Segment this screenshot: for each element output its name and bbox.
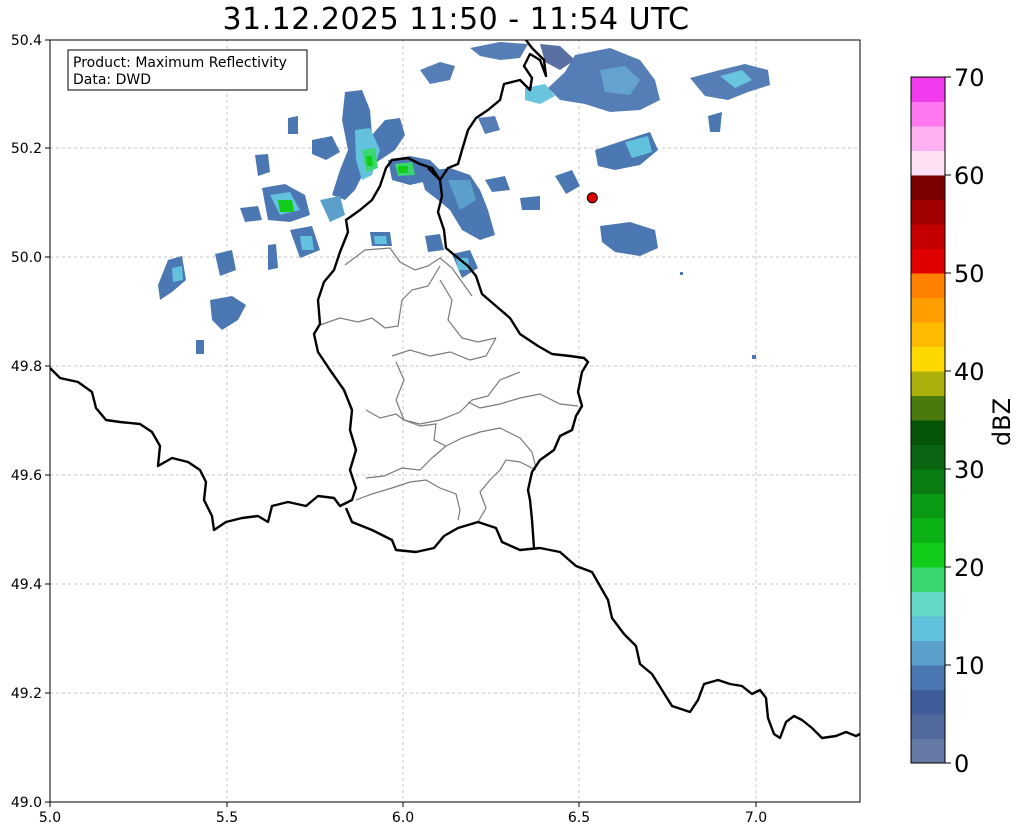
info-box: Product: Maximum Reflectivity Data: DWD — [67, 49, 308, 91]
y-axis-labels: 49.0 49.2 49.4 49.6 49.8 50.0 50.2 50.4 — [11, 33, 42, 811]
info-data-source: Data: DWD — [73, 72, 151, 88]
x-tick-label: 5.5 — [216, 810, 238, 826]
y-tick-label: 49.8 — [11, 359, 42, 375]
plot-area — [50, 40, 860, 802]
info-product: Product: Maximum Reflectivity — [73, 55, 287, 71]
location-marker[interactable] — [586, 192, 598, 204]
x-axis-labels: 5.0 5.5 6.0 6.5 7.0 — [39, 810, 767, 826]
y-tick-label: 50.4 — [11, 33, 42, 49]
y-tick-label: 50.0 — [11, 250, 42, 266]
y-tick-label: 49.0 — [11, 795, 42, 811]
y-tick-label: 50.2 — [11, 141, 42, 157]
x-tick-label: 6.0 — [392, 810, 414, 826]
radar-map[interactable]: Product: Maximum Reflectivity Data: DWD … — [0, 0, 1023, 834]
y-tick-label: 49.6 — [11, 468, 42, 484]
x-tick-label: 5.0 — [39, 810, 61, 826]
x-tick-label: 7.0 — [745, 810, 767, 826]
y-tick-label: 49.2 — [11, 686, 42, 702]
x-tick-label: 6.5 — [568, 810, 590, 826]
y-tick-label: 49.4 — [11, 577, 42, 593]
